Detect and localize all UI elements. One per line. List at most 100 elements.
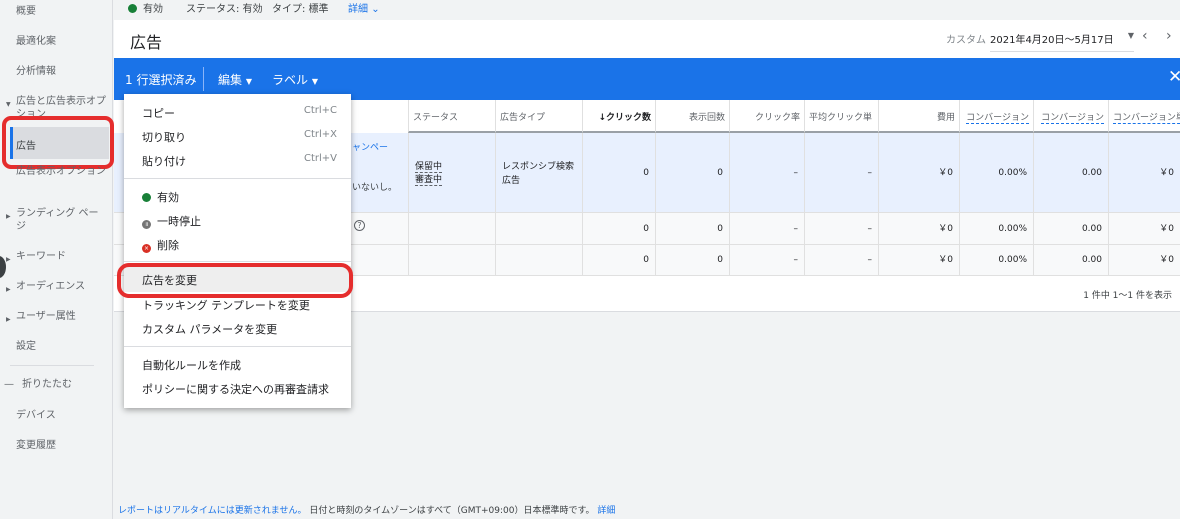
conv-rate-cell: 0.00 (1033, 133, 1108, 213)
highlight-box (117, 263, 353, 298)
caret-down-icon: ▼ (311, 77, 318, 86)
clicks-cell: 0 (582, 133, 655, 213)
caret-right-icon: ▶ (6, 286, 11, 293)
clicks-cell: 0 (582, 245, 655, 276)
conversions-cell: 0.00% (959, 213, 1033, 245)
sidebar-item-landing-pages[interactable]: ▶ ランディング ページ (6, 207, 108, 233)
empty-cell (495, 245, 582, 276)
sidebar-item-audiences[interactable]: ▶ オーディエンス (6, 280, 108, 293)
menu-item-change-tracking-template[interactable]: トラッキング テンプレートを変更 (142, 297, 337, 313)
header-status[interactable]: ステータス (408, 100, 495, 133)
enabled-dot-icon (142, 193, 151, 202)
caret-right-icon: ▶ (6, 316, 11, 323)
menu-item-policy-appeal[interactable]: ポリシーに関する決定への再審査請求 (142, 381, 337, 397)
conversions-cell: 0.00% (959, 245, 1033, 276)
header-ctr[interactable]: クリック率 (729, 100, 804, 133)
sidebar-item-extensions[interactable]: 広告表示オプション (16, 165, 108, 178)
cost-cell: ￥0 (878, 213, 959, 245)
header-avg-cpc[interactable]: 平均クリック単 (804, 100, 878, 133)
conv-rate-cell: 0.00 (1033, 245, 1108, 276)
avg-cpc-cell: – (804, 245, 878, 276)
menu-item-change-custom-parameters[interactable]: カスタム パラメータを変更 (142, 321, 337, 337)
sidebar-collapse[interactable]: — 折りたたむ (4, 378, 114, 391)
label-menu-button[interactable]: ラベル ▼ (272, 71, 318, 88)
empty-cell (408, 245, 495, 276)
conv-rate-cell: 0.00 (1033, 213, 1108, 245)
impressions-cell: 0 (655, 213, 729, 245)
cost-cell: ￥0 (878, 133, 959, 213)
sidebar-item-insights[interactable]: 分析情報 (16, 65, 108, 78)
type-label: タイプ: 標準 (272, 4, 329, 15)
header-conv-rate[interactable]: コンバージョン (1033, 100, 1108, 133)
help-icon[interactable]: ? (354, 220, 365, 231)
divider (203, 67, 204, 91)
caret-down-icon: ▼ (245, 77, 252, 86)
ctr-cell: – (729, 213, 804, 245)
edit-menu-button[interactable]: 編集 ▼ (218, 71, 252, 88)
previous-period-icon[interactable]: ‹ (1142, 28, 1148, 44)
menu-item-pause[interactable]: ॥ 一時停止 (142, 213, 337, 229)
avg-cpc-cell: – (804, 213, 878, 245)
footer-details-link[interactable]: 詳細 (597, 506, 615, 516)
sidebar: 概要 最適化案 分析情報 ▼ 広告と広告表示オプション 広告 広告表示オプション … (0, 0, 114, 519)
cost-per-conv-cell: ￥0 (1108, 133, 1180, 213)
chevron-down-icon: ⌄ (371, 4, 380, 15)
remove-icon: × (142, 244, 151, 253)
highlight-box (2, 116, 114, 169)
sidebar-item-recommendations[interactable]: 最適化案 (16, 35, 108, 48)
sidebar-item-change-history[interactable]: 変更履歴 (16, 439, 108, 452)
cost-per-conv-cell: ￥0 (1108, 213, 1180, 245)
sidebar-item-settings[interactable]: 設定 (16, 340, 108, 353)
pagination-text: 1 件中 1～1 件を表示 (1083, 291, 1172, 301)
green-dot-icon (128, 4, 137, 13)
ad-type-cell: レスポンシブ検索 広告 (495, 133, 582, 213)
next-period-icon[interactable]: › (1166, 28, 1172, 44)
date-label: カスタム (946, 35, 986, 46)
menu-item-paste[interactable]: 貼り付け Ctrl+V (142, 153, 337, 169)
divider (124, 346, 351, 347)
campaign-status-bar: 有効 ステータス: 有効 タイプ: 標準 詳細 ⌄ (114, 0, 1180, 20)
dropdown-arrow-icon: ▼ (1127, 31, 1134, 40)
cost-per-conv-cell: ￥0 (1108, 245, 1180, 276)
ctr-cell: – (729, 245, 804, 276)
sidebar-item-demographics[interactable]: ▶ ユーザー属性 (6, 310, 108, 323)
sidebar-item-keywords[interactable]: ▶ キーワード (6, 250, 108, 263)
caret-right-icon: ▶ (6, 256, 11, 263)
footer-note: レポートはリアルタイムには更新されません。 日付と時刻のタイムゾーンはすべて（G… (118, 506, 616, 516)
header-impressions[interactable]: 表示回数 (655, 100, 729, 133)
pause-icon: ॥ (142, 220, 151, 229)
menu-item-remove[interactable]: × 削除 (142, 237, 337, 253)
date-range-selector[interactable]: 2021年4月20日～5月17日 ▼ (990, 28, 1134, 52)
header-ad-type[interactable]: 広告タイプ (495, 100, 582, 133)
sort-down-arrow-icon: ↓ (598, 113, 606, 123)
cost-cell: ￥0 (878, 245, 959, 276)
page-header: 広告 カスタム 2021年4月20日～5月17日 ▼ ‹ › (114, 20, 1180, 58)
caret-down-icon: ▼ (6, 101, 11, 108)
menu-item-create-automated-rule[interactable]: 自動化ルールを作成 (142, 357, 337, 373)
header-cost-per-conv[interactable]: コンバージョン単 (1108, 100, 1180, 133)
page-title: 広告 (130, 33, 163, 52)
menu-item-copy[interactable]: コピー Ctrl+C (142, 105, 337, 121)
sidebar-item-overview[interactable]: 概要 (16, 5, 108, 18)
header-conversions[interactable]: コンバージョン (959, 100, 1033, 133)
empty-cell (408, 213, 495, 245)
divider (124, 178, 351, 179)
status-label: ステータス: 有効 (186, 4, 263, 15)
minus-icon: — (4, 379, 14, 390)
status-enabled: 有効 (128, 0, 163, 15)
avg-cpc-cell: – (804, 133, 878, 213)
header-clicks[interactable]: ↓クリック数 (582, 100, 655, 133)
ctr-cell: – (729, 133, 804, 213)
conversions-cell: 0.00% (959, 133, 1033, 213)
clicks-cell: 0 (582, 213, 655, 245)
menu-item-cut[interactable]: 切り取り Ctrl+X (142, 129, 337, 145)
status-cell: 保留中 審査中 (408, 133, 495, 213)
menu-item-enable[interactable]: 有効 (142, 189, 337, 205)
caret-right-icon: ▶ (6, 213, 11, 220)
close-icon[interactable]: ✕ (1168, 67, 1180, 87)
header-cost[interactable]: 費用 (878, 100, 959, 133)
sidebar-item-devices[interactable]: デバイス (16, 409, 108, 422)
impressions-cell: 0 (655, 133, 729, 213)
impressions-cell: 0 (655, 245, 729, 276)
details-link[interactable]: 詳細 ⌄ (348, 0, 380, 15)
